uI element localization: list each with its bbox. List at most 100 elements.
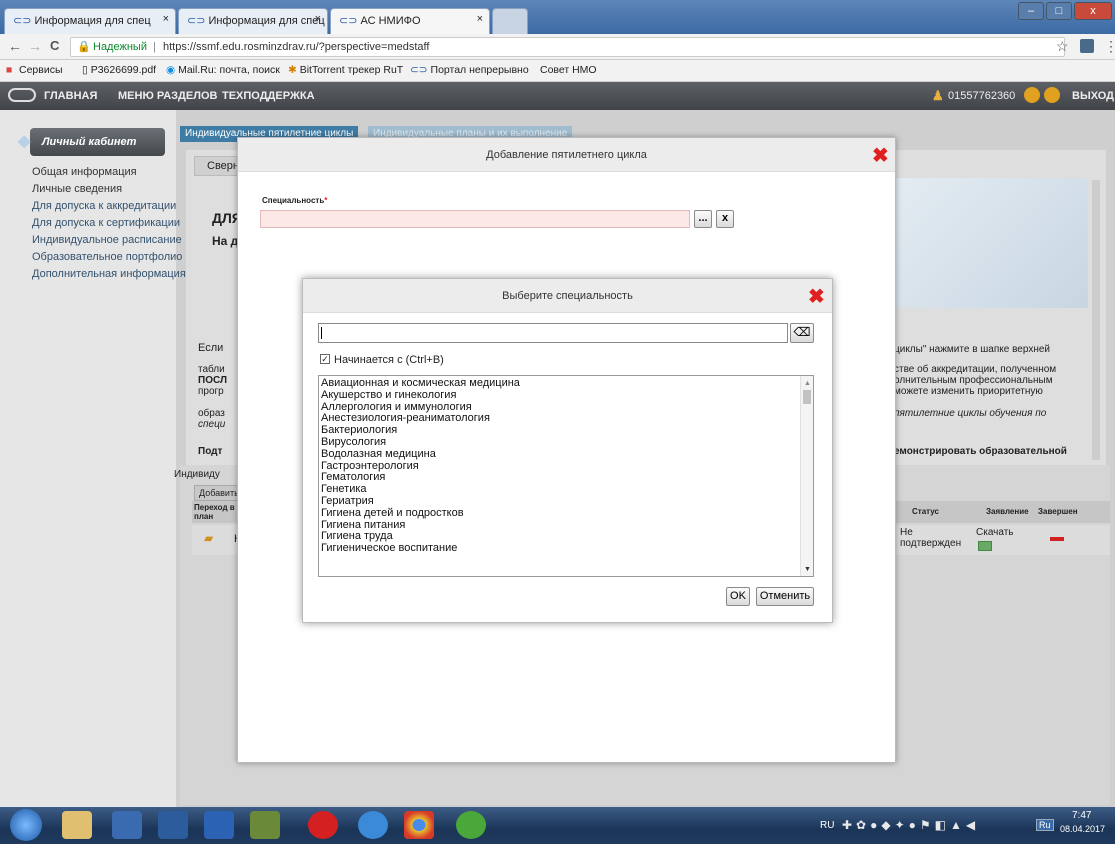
bookmark-services[interactable]: Сервисы — [19, 64, 63, 76]
internet-explorer-icon[interactable] — [358, 811, 388, 839]
save-disk-icon[interactable] — [112, 811, 142, 839]
cancel-button[interactable]: Отменить — [756, 587, 814, 606]
reload-icon[interactable]: C — [50, 38, 59, 53]
personal-cabinet-button[interactable]: ◆ Личный кабинет — [18, 128, 165, 156]
lang-badge[interactable]: Ru — [1036, 819, 1054, 831]
bookmark-nmo[interactable]: Совет НМО — [540, 64, 597, 76]
tab-close-icon[interactable]: × — [163, 13, 169, 25]
mailru-icon: ◉ — [166, 64, 179, 76]
bookmark-star-icon[interactable]: ☆ — [1056, 38, 1069, 55]
scroll-down-icon[interactable]: ▼ — [804, 564, 811, 576]
back-icon[interactable]: ← — [8, 38, 22, 54]
tab-close-icon[interactable]: × — [315, 13, 321, 25]
ok-button[interactable]: OK — [726, 587, 750, 606]
list-scrollbar[interactable]: ▲ ▼ — [800, 376, 813, 576]
content-right-2: стве об аккредитации, полученном — [894, 364, 1057, 375]
url-text: https://ssmf.edu.rosminzdrav.ru/?perspec… — [163, 41, 430, 53]
specialty-search-input[interactable] — [318, 323, 788, 343]
browser-tab-3[interactable]: ⊂⊃ АС НМИФО × — [330, 8, 490, 34]
address-bar-row: ← → C 🔒 Надежный | https://ssmf.edu.rosm… — [0, 34, 1115, 60]
nav-support[interactable]: ТЕХПОДДЕРЖКА — [222, 90, 315, 102]
specialty-clear-button[interactable]: x — [716, 210, 734, 228]
starts-with-checkbox[interactable]: ✓ — [320, 354, 330, 364]
list-item[interactable]: Гематология — [321, 472, 813, 484]
sidebar-item-general[interactable]: Общая информация — [32, 166, 137, 178]
clock-date[interactable]: 08.04.2017 — [1060, 824, 1105, 834]
browser-tab-1[interactable]: ⊂⊃ Информация для спец × — [4, 8, 176, 34]
scroll-up-icon[interactable]: ▲ — [804, 378, 811, 390]
content-para-line4: прогр — [198, 386, 224, 397]
cabinet-icon: ◆ — [18, 133, 31, 150]
folder-icon[interactable]: ▰ — [204, 531, 213, 545]
lang-indicator[interactable]: RU — [820, 820, 834, 831]
zoom-in-icon[interactable] — [1024, 87, 1040, 103]
tray-icons[interactable]: ✚✿●◆✦●⚑◧▲◀ — [842, 818, 979, 832]
opera-icon[interactable] — [308, 811, 338, 839]
list-item[interactable]: Гигиена детей и подростков — [321, 507, 813, 520]
list-item[interactable]: Гигиеническое воспитание — [321, 542, 813, 555]
menu-icon[interactable]: ⋮ — [1104, 38, 1115, 55]
list-item[interactable]: Акушерство и гинекология — [321, 389, 813, 402]
sidebar-item-portfolio[interactable]: Образовательное портфолио — [32, 251, 182, 263]
list-item[interactable]: Водолазная медицина — [321, 448, 813, 461]
nav-home[interactable]: ГЛАВНАЯ — [44, 90, 97, 102]
app-icon[interactable] — [250, 811, 280, 839]
eraser-icon[interactable]: ⌫ — [790, 323, 814, 343]
list-item[interactable]: Вирусология — [321, 436, 813, 449]
omnibox[interactable]: 🔒 Надежный | https://ssmf.edu.rosminzdra… — [70, 37, 1065, 57]
browser-tab-strip: ⊂⊃ Информация для спец × ⊂⊃ Информация д… — [0, 0, 1115, 34]
scroll-thumb[interactable] — [803, 390, 811, 404]
window-close-button[interactable]: x — [1074, 2, 1112, 20]
specialty-list[interactable]: Авиационная и космическая медицина Акуше… — [318, 375, 814, 577]
utorrent-icon[interactable] — [456, 811, 486, 839]
row-download[interactable]: Скачать — [976, 527, 1014, 538]
start-button[interactable] — [10, 809, 42, 841]
browser-tab-2[interactable]: ⊂⊃ Информация для спец × — [178, 8, 328, 34]
sidebar-item-schedule[interactable]: Индивидуальное расписание — [32, 234, 182, 246]
sidebar-item-certification[interactable]: Для допуска к сертификации — [32, 217, 180, 229]
media-player-icon[interactable] — [158, 811, 188, 839]
close-icon[interactable]: ✖ — [808, 287, 825, 307]
list-item[interactable]: Генетика — [321, 483, 813, 496]
list-item[interactable]: Гигиена питания — [321, 519, 813, 532]
select-specialty-dialog-header: Выберите специальность — [303, 279, 832, 313]
close-icon[interactable]: ✖ — [872, 146, 889, 166]
content-subheading: На д — [212, 234, 239, 248]
minimize-button[interactable]: – — [1018, 2, 1044, 20]
tab-close-icon[interactable]: × — [477, 13, 483, 25]
logout-link[interactable]: ВЫХОД — [1072, 90, 1114, 102]
sidebar-item-personal[interactable]: Личные сведения — [32, 183, 122, 195]
chrome-icon[interactable] — [404, 811, 434, 839]
zoom-out-icon[interactable] — [1044, 87, 1060, 103]
bookmark-pdf[interactable]: ▯ P3626699.pdf — [82, 64, 156, 76]
list-item[interactable]: Гастроэнтерология — [321, 460, 813, 473]
specialty-input[interactable] — [260, 210, 690, 228]
apps-icon[interactable]: ■ — [6, 64, 12, 76]
extension-icon[interactable] — [1080, 39, 1094, 53]
content-scrollbar[interactable] — [1092, 180, 1100, 460]
download-icon[interactable] — [978, 541, 992, 551]
col-application: Заявление — [986, 507, 1029, 516]
sidebar — [0, 110, 176, 807]
new-tab-button[interactable] — [492, 8, 528, 34]
list-item[interactable]: Гериатрия — [321, 495, 813, 508]
content-para-line6: специ — [198, 419, 226, 430]
dialog-title: Добавление пятилетнего цикла — [486, 149, 647, 161]
explorer-icon[interactable] — [62, 811, 92, 839]
bookmark-portal[interactable]: ⊂⊃ Портал непрерывно — [410, 64, 529, 76]
bookmark-rutracker[interactable]: ✱ BitTorrent трекер RuT — [288, 64, 403, 76]
nav-sections-menu[interactable]: МЕНЮ РАЗДЕЛОВ — [118, 90, 217, 102]
forward-icon[interactable]: → — [28, 38, 42, 54]
specialty-browse-button[interactable]: ... — [694, 210, 712, 228]
label-text: Специальность — [262, 196, 325, 205]
sidebar-item-accreditation[interactable]: Для допуска к аккредитации — [32, 200, 176, 212]
word-icon[interactable] — [204, 811, 234, 839]
clock-time[interactable]: 7:47 — [1072, 810, 1091, 821]
specialty-field-label: Специальность* — [262, 196, 327, 205]
list-item[interactable]: Бактериология — [321, 424, 813, 437]
select-specialty-dialog: Выберите специальность ✖ ⌫ ✓ Начинается … — [302, 278, 833, 623]
maximize-button[interactable]: □ — [1046, 2, 1072, 20]
content-right-4: можете изменить приоритетную — [894, 386, 1043, 397]
bookmark-mailru[interactable]: ◉ Mail.Ru: почта, поиск — [166, 64, 280, 76]
sidebar-item-additional[interactable]: Дополнительная информация — [32, 268, 186, 280]
